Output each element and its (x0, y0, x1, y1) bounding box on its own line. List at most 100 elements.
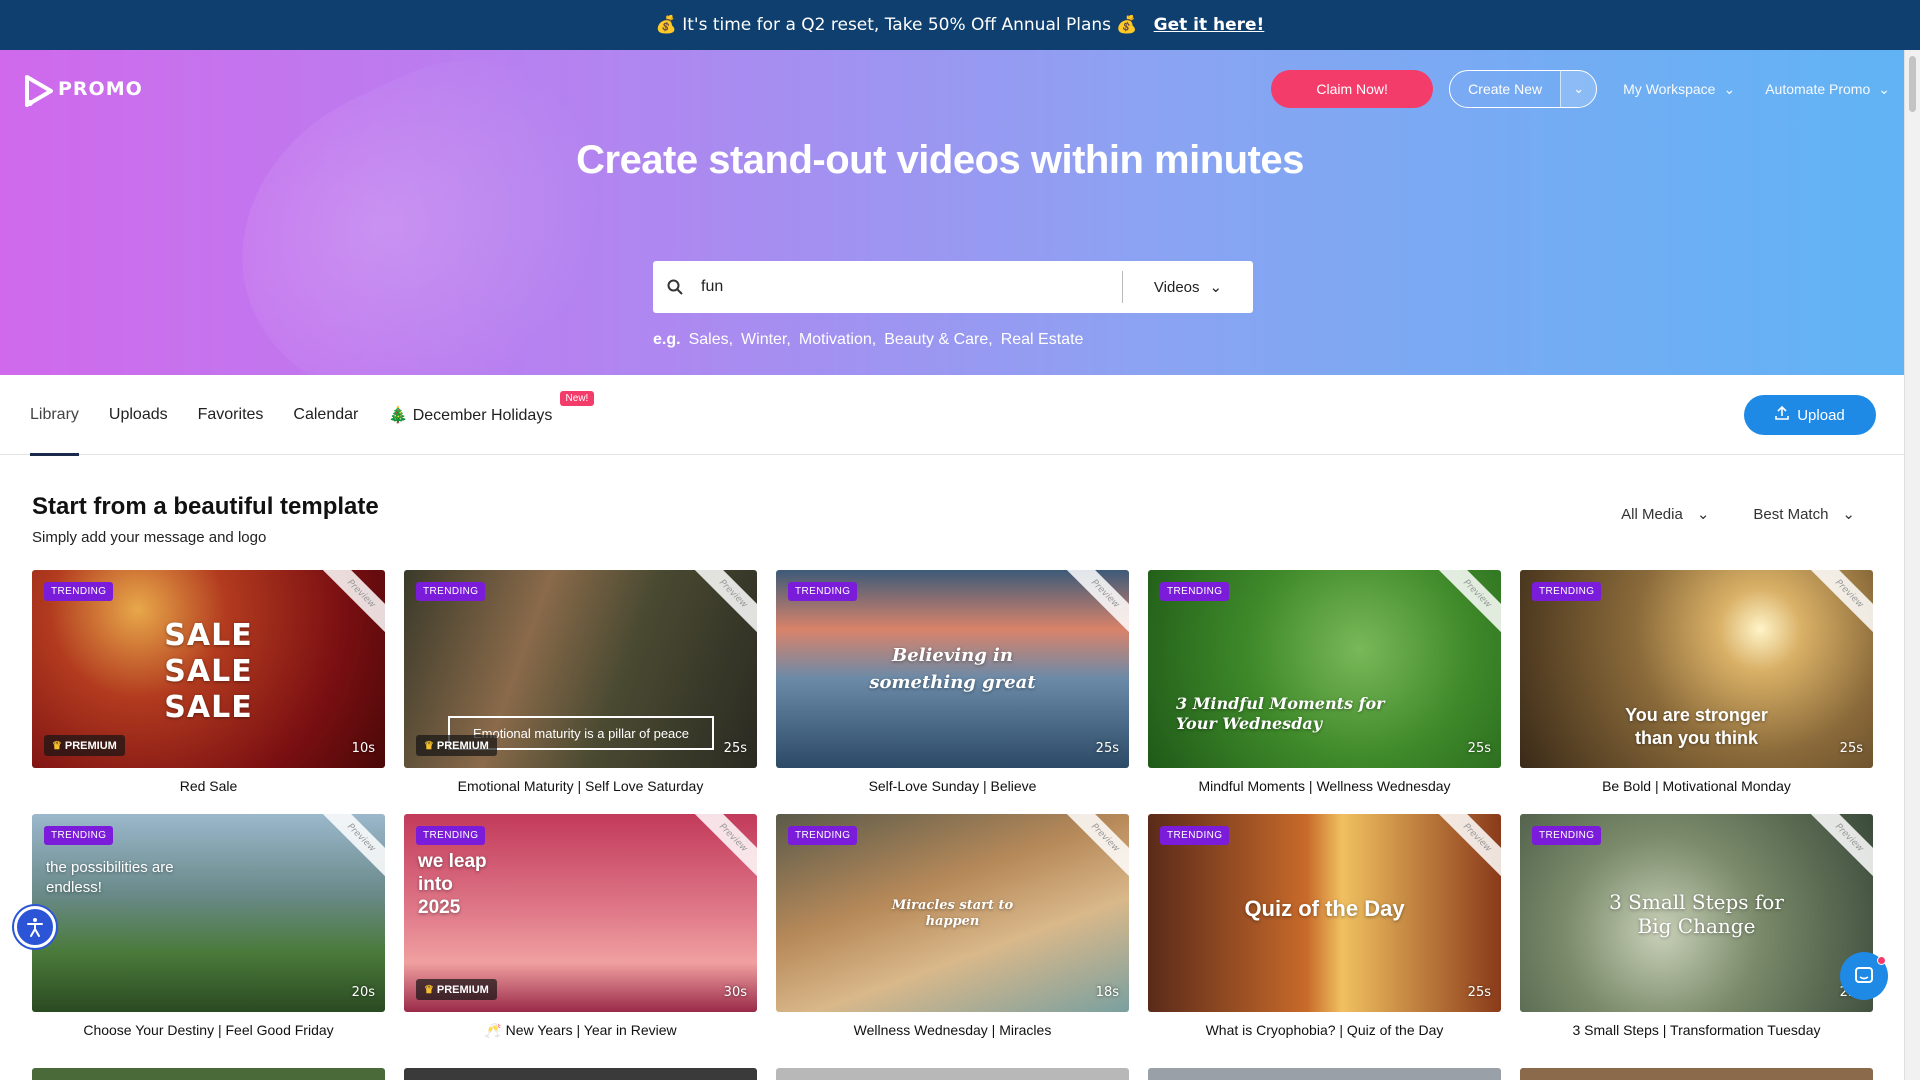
claim-now-button[interactable]: Claim Now! (1271, 70, 1434, 108)
thumbnail-overlay-text: You are stronger than you think (1625, 705, 1768, 748)
template-thumbnail-partial[interactable] (32, 1068, 385, 1080)
thumbnail-overlay-text: 3 Small Steps for Big Change (1609, 890, 1784, 938)
thumbnail-overlay-text: Miracles start to happen (891, 898, 1014, 929)
search-input[interactable] (697, 261, 1122, 313)
page-scrollbar[interactable] (1904, 50, 1920, 1080)
template-card[interactable]: TRENDING Preview Believing in something … (776, 570, 1129, 794)
preview-ribbon: Preview (1062, 570, 1129, 637)
template-title: 🥂 New Years | Year in Review (484, 1022, 677, 1038)
notification-dot (1877, 956, 1886, 965)
tab-library[interactable]: Library (30, 375, 79, 456)
duration: 20s (351, 985, 375, 1000)
header-nav: Claim Now! Create New ⌄ My Workspace ⌄ A… (1271, 70, 1920, 108)
thumbnail-overlay-text: Quiz of the Day (1244, 896, 1405, 921)
duration: 30s (723, 985, 747, 1000)
premium-badge: ♛ PREMIUM (416, 735, 497, 756)
chevron-down-icon[interactable]: ⌄ (1560, 71, 1597, 107)
template-thumbnail[interactable]: TRENDING Preview SALE SALE SALE ♛ PREMIUM 1… (32, 570, 385, 768)
chevron-down-icon: ⌄ (1723, 80, 1736, 97)
search-icon (653, 279, 697, 295)
template-thumbnail-partial[interactable] (404, 1068, 757, 1080)
example-link[interactable]: Beauty & Care, (884, 331, 993, 349)
trending-badge: TRENDING (788, 826, 858, 845)
trending-badge: TRENDING (44, 582, 114, 601)
create-new-button[interactable]: Create New ⌄ (1449, 70, 1598, 108)
overlay-line: SALE (164, 618, 253, 653)
chevron-down-icon: ⌄ (1842, 506, 1855, 523)
tab-december-holidays-label: 🎄 December Holidays (388, 406, 553, 424)
template-card[interactable]: TRENDING Preview Quiz of the Day 25s Wha… (1148, 814, 1501, 1039)
template-thumbnail-partial[interactable] (1520, 1068, 1873, 1080)
banner-text: 💰 It's time for a Q2 reset, Take 50% Off… (655, 15, 1138, 35)
duration: 18s (1095, 985, 1119, 1000)
promo-logo[interactable]: PROMO (24, 74, 143, 107)
trending-badge: TRENDING (1160, 582, 1230, 601)
tab-favorites[interactable]: Favorites (198, 375, 264, 455)
section-subtitle: Simply add your message and logo (32, 529, 267, 546)
upload-icon (1775, 405, 1790, 424)
tab-uploads[interactable]: Uploads (109, 375, 168, 455)
template-thumbnail[interactable]: TRENDING Preview Quiz of the Day 25s (1148, 814, 1501, 1012)
template-title: What is Cryophobia? | Quiz of the Day (1205, 1022, 1444, 1038)
examples-prefix: e.g. (653, 331, 681, 348)
hero-background-image (190, 50, 670, 375)
tab-december-holidays[interactable]: 🎄 December Holidays New! (388, 375, 595, 455)
overlay-line: SALE (164, 690, 253, 725)
template-card[interactable]: TRENDING Preview the possibilities are e… (32, 814, 385, 1039)
template-title: Self-Love Sunday | Believe (868, 778, 1037, 794)
my-workspace-menu[interactable]: My Workspace ⌄ (1623, 81, 1735, 98)
sort-dropdown[interactable]: Best Match ⌄ (1753, 505, 1855, 524)
example-link[interactable]: Sales, (689, 331, 733, 349)
example-link[interactable]: Motivation, (799, 331, 876, 349)
template-thumbnail[interactable]: TRENDING Preview Emotional maturity is a… (404, 570, 757, 768)
template-thumbnail[interactable]: TRENDING Preview You are stronger than y… (1520, 570, 1873, 768)
template-thumbnail[interactable]: TRENDING Preview the possibilities are e… (32, 814, 385, 1012)
premium-label: PREMIUM (436, 740, 489, 752)
template-card[interactable]: TRENDING Preview 3 Small Steps for Big C… (1520, 814, 1873, 1039)
template-thumbnail[interactable]: TRENDING Preview we leap into 2025 ♛ PREM… (404, 814, 757, 1012)
duration: 25s (1467, 985, 1491, 1000)
preview-ribbon: Preview (1434, 570, 1501, 637)
trending-badge: TRENDING (1532, 582, 1602, 601)
crown-icon: ♛ (424, 984, 434, 996)
thumbnail-overlay-text: we leap into 2025 (418, 851, 487, 918)
example-link[interactable]: Winter, (741, 331, 791, 349)
accessibility-icon[interactable] (14, 906, 56, 948)
preview-ribbon: Preview (1062, 814, 1129, 881)
template-card[interactable]: TRENDING Preview we leap into 2025 ♛ PREM… (404, 814, 757, 1039)
chat-icon[interactable] (1840, 952, 1888, 1000)
hero-title: Create stand-out videos within minutes (576, 138, 1304, 182)
template-thumbnail[interactable]: TRENDING Preview 3 Mindful Moments for Y… (1148, 570, 1501, 768)
upload-button[interactable]: Upload (1744, 395, 1876, 435)
template-grid: TRENDING Preview SALE SALE SALE ♛ PREMIUM 1… (0, 570, 1920, 1039)
tab-calendar[interactable]: Calendar (293, 375, 358, 455)
template-card[interactable]: TRENDING Preview 3 Mindful Moments for Y… (1148, 570, 1501, 794)
template-card[interactable]: TRENDING Preview SALE SALE SALE ♛ PREMIUM 1… (32, 570, 385, 794)
automate-promo-menu[interactable]: Automate Promo ⌄ (1765, 81, 1890, 98)
template-card[interactable]: TRENDING Preview You are stronger than y… (1520, 570, 1873, 794)
premium-label: PREMIUM (64, 740, 117, 752)
premium-badge: ♛ PREMIUM (416, 979, 497, 1000)
media-type-select[interactable]: Videos ⌄ (1123, 278, 1253, 297)
template-thumbnail-partial[interactable] (776, 1068, 1129, 1080)
media-filter-dropdown[interactable]: All Media ⌄ (1621, 505, 1709, 524)
hero-section: PROMO Claim Now! Create New ⌄ My Workspa… (0, 50, 1920, 375)
preview-ribbon: Preview (1434, 814, 1501, 881)
template-card[interactable]: TRENDING Preview Emotional maturity is a… (404, 570, 757, 794)
duration: 25s (723, 741, 747, 756)
template-thumbnail[interactable]: TRENDING Preview Miracles start to happe… (776, 814, 1129, 1012)
thumbnail-overlay-text: the possibilities are endless! (46, 859, 174, 896)
duration: 25s (1467, 741, 1491, 756)
trending-badge: TRENDING (1532, 826, 1602, 845)
create-new-label[interactable]: Create New (1450, 71, 1560, 107)
template-card[interactable]: TRENDING Preview Miracles start to happe… (776, 814, 1129, 1039)
section-title: Start from a beautiful template (32, 493, 379, 520)
example-link[interactable]: Real Estate (1001, 331, 1084, 349)
duration: 25s (1095, 741, 1119, 756)
template-thumbnail-partial[interactable] (1148, 1068, 1501, 1080)
banner-cta-link[interactable]: Get it here! (1154, 15, 1265, 35)
template-thumbnail[interactable]: TRENDING Preview Believing in something … (776, 570, 1129, 768)
scrollbar-thumb[interactable] (1909, 56, 1916, 112)
template-thumbnail[interactable]: TRENDING Preview 3 Small Steps for Big C… (1520, 814, 1873, 1012)
preview-ribbon: Preview (690, 570, 757, 637)
